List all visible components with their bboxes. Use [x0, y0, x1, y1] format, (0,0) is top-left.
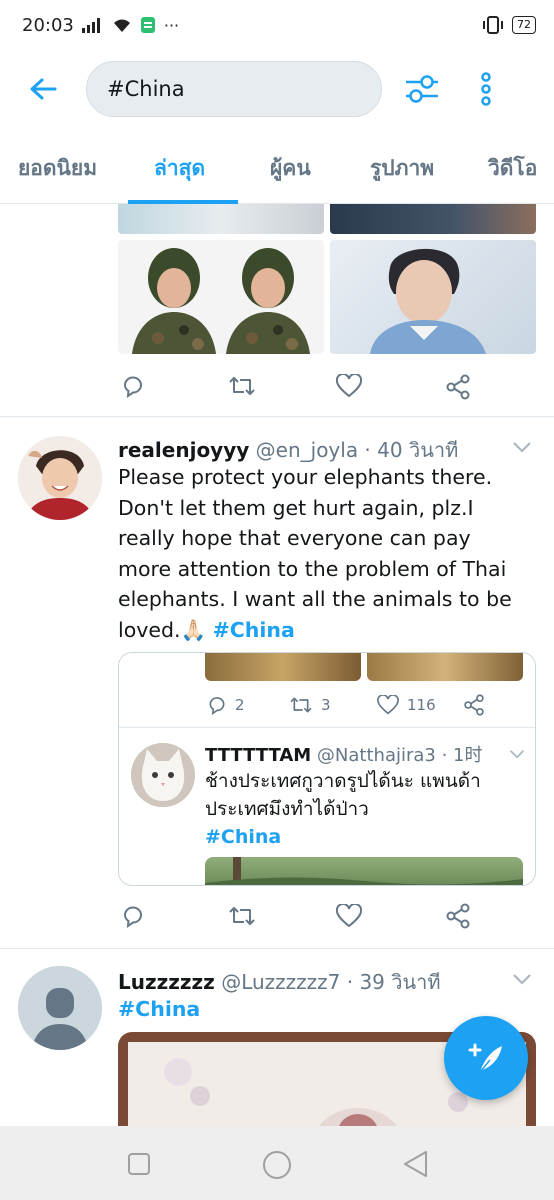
avatar[interactable]: [131, 743, 195, 807]
quoted-author-name[interactable]: TTTTTTAM: [205, 745, 311, 766]
status-bar: 20:03 ··· 72: [0, 0, 554, 50]
media-image[interactable]: [330, 204, 536, 234]
search-tabs: ยอดนิยม ล่าสุด ผู้คน รูปภาพ วิดีโอ: [0, 128, 554, 204]
like-count: 116: [407, 696, 436, 714]
retweet-count: 3: [321, 696, 331, 714]
quoted-media-image[interactable]: [367, 653, 523, 681]
share-icon[interactable]: [445, 374, 471, 400]
tweet-author-handle-time: @Luzzzzzz7 · 39 วินาที: [221, 970, 441, 994]
battery-indicator: 72: [512, 16, 536, 34]
media-image-portrait[interactable]: [330, 240, 536, 354]
tweet-text: Please protect your elephants there. Don…: [118, 462, 528, 645]
retweet-icon[interactable]: [228, 374, 256, 398]
back-nav-icon[interactable]: [402, 1150, 428, 1178]
quoted-author-handle-time: @Natthajira3 · 1时: [316, 745, 483, 766]
tweet-body: Please protect your elephants there. Don…: [118, 465, 512, 642]
quoted-divider: [119, 727, 535, 728]
media-image[interactable]: [118, 204, 324, 234]
retweet-icon[interactable]: [289, 695, 313, 715]
tab-latest[interactable]: ล่าสุด: [154, 152, 205, 185]
retweet-icon[interactable]: [228, 904, 256, 928]
quoted-tweet-header: TTTTTTAM @Natthajira3 · 1时: [205, 741, 482, 767]
tab-top[interactable]: ยอดนิยม: [18, 152, 97, 185]
tweet-divider: [0, 948, 554, 949]
status-icons: ···: [81, 15, 180, 35]
search-input[interactable]: #China: [86, 61, 382, 117]
tweet-author-name[interactable]: Luzzzzzz: [118, 970, 215, 994]
status-right: 72: [482, 16, 536, 34]
back-button[interactable]: [0, 50, 86, 128]
header-actions: [404, 72, 492, 106]
tweet-author-name[interactable]: realenjoyyy: [118, 438, 249, 462]
more-options-icon[interactable]: [480, 72, 492, 106]
hashtag-link[interactable]: #China: [205, 823, 505, 851]
avatar[interactable]: [18, 966, 102, 1050]
app-notification-icon: [140, 17, 155, 33]
quoted-tweet-card[interactable]: 2 3 116 TTTTTTAM @Natthajira3 · 1时 ช้างป…: [118, 652, 536, 886]
home-icon[interactable]: [262, 1150, 292, 1180]
avatar[interactable]: [18, 436, 102, 520]
chevron-down-icon[interactable]: [512, 440, 532, 454]
tweet-feed[interactable]: realenjoyyy @en_joyla · 40 วินาที Please…: [0, 204, 554, 1126]
tab-photos[interactable]: รูปภาพ: [370, 152, 434, 185]
chevron-down-icon[interactable]: [512, 972, 532, 986]
signal-icon: [81, 18, 100, 33]
tweet-divider: [0, 416, 554, 417]
filter-settings-icon[interactable]: [404, 73, 440, 105]
back-arrow-icon: [30, 78, 57, 100]
like-icon[interactable]: [336, 374, 362, 398]
hashtag-link[interactable]: #China: [213, 618, 295, 642]
search-header: #China: [0, 50, 554, 128]
tweet-author-handle-time: @en_joyla · 40 วินาที: [255, 438, 459, 462]
wifi-icon: [113, 19, 130, 32]
vibrate-icon: [483, 16, 503, 34]
reply-icon[interactable]: [207, 695, 227, 715]
quoted-media-image[interactable]: [205, 857, 523, 885]
quoted-media-image[interactable]: [205, 653, 361, 681]
reply-icon[interactable]: [121, 904, 145, 928]
compose-tweet-button[interactable]: [444, 1016, 528, 1100]
status-time: 20:03: [22, 14, 74, 36]
search-query: #China: [107, 77, 185, 101]
tab-videos[interactable]: วิดีโอ: [488, 152, 537, 185]
tweet-media-grid[interactable]: [118, 204, 536, 354]
media-image-soldier[interactable]: [118, 240, 324, 354]
like-icon[interactable]: [377, 695, 399, 715]
reply-icon[interactable]: [121, 374, 145, 398]
tab-people[interactable]: ผู้คน: [270, 152, 311, 185]
quoted-tweet-body: ช้างประเทศกูวาดรูปได้นะ แพนด้าประเทศมึงท…: [205, 770, 481, 820]
like-icon[interactable]: [336, 904, 362, 928]
compose-feather-icon: [468, 1043, 502, 1073]
share-icon[interactable]: [463, 694, 485, 716]
recent-apps-icon[interactable]: [127, 1152, 151, 1176]
chevron-down-icon[interactable]: [509, 748, 525, 760]
system-navigation-bar: [0, 1126, 554, 1200]
reply-count: 2: [235, 696, 245, 714]
quoted-tweet-text: ช้างประเทศกูวาดรูปได้นะ แพนด้าประเทศมึงท…: [205, 767, 505, 851]
share-icon[interactable]: [445, 903, 471, 929]
status-more-dots: ···: [163, 15, 180, 35]
